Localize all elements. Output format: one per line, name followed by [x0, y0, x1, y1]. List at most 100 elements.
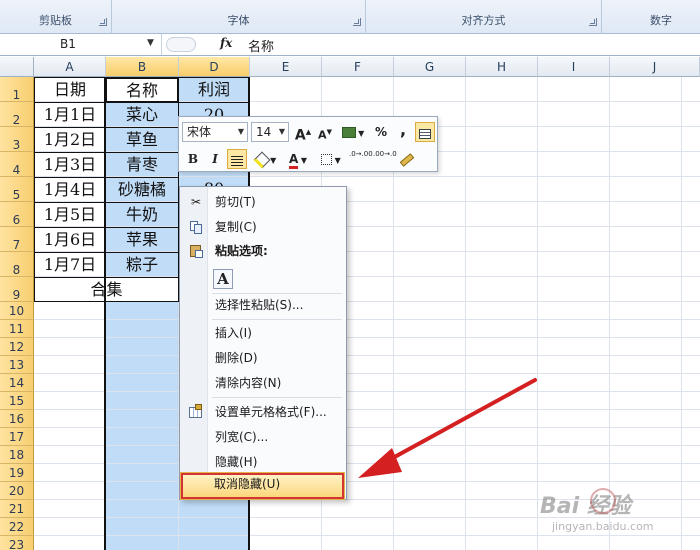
menu-item-copy[interactable]: 复制(C): [182, 216, 344, 238]
menu-item-unhide[interactable]: 取消隐藏(U): [180, 472, 345, 500]
accounting-format-button[interactable]: ▼: [339, 122, 367, 142]
row-header[interactable]: 7: [0, 227, 34, 252]
insert-function-icon[interactable]: fx: [220, 36, 232, 50]
row-header[interactable]: 12: [0, 338, 34, 356]
menu-item-label: 设置单元格格式(F)...: [215, 405, 327, 419]
cell-a8[interactable]: 1月7日: [34, 252, 106, 278]
comma-style-button[interactable]: ,: [393, 120, 413, 140]
cell-a7[interactable]: 1月6日: [34, 227, 106, 253]
font-color-button[interactable]: A ▼: [283, 149, 313, 169]
column-header-f[interactable]: F: [322, 57, 394, 77]
chevron-down-icon[interactable]: ▼: [147, 38, 154, 48]
format-cells-icon: [188, 404, 204, 420]
decrease-decimal-button[interactable]: .00→.0: [373, 149, 397, 169]
cell-a2[interactable]: 1月1日: [34, 102, 106, 128]
cell-b3[interactable]: 草鱼: [105, 127, 179, 153]
row-header[interactable]: 21: [0, 500, 34, 518]
row-header[interactable]: 17: [0, 428, 34, 446]
menu-item-label: 插入(I): [215, 326, 252, 340]
menu-item-delete[interactable]: 删除(D): [182, 347, 344, 369]
row-header[interactable]: 8: [0, 252, 34, 277]
cell-a4[interactable]: 1月3日: [34, 152, 106, 178]
column-header-j[interactable]: J: [610, 57, 700, 77]
dialog-launcher-icon[interactable]: [353, 18, 361, 26]
cell-b8[interactable]: 粽子: [105, 252, 179, 278]
shrink-font-button[interactable]: A▼: [315, 122, 335, 142]
cell-b7[interactable]: 苹果: [105, 227, 179, 253]
menu-item-cut[interactable]: ✂ 剪切(T): [182, 191, 344, 213]
dialog-launcher-icon[interactable]: [589, 18, 597, 26]
row-header[interactable]: 11: [0, 320, 34, 338]
increase-decimal-button[interactable]: .0→.00: [349, 149, 373, 169]
format-painter-button[interactable]: [397, 149, 417, 169]
row-header[interactable]: 15: [0, 392, 34, 410]
select-all-corner[interactable]: [0, 57, 34, 77]
cell-a6[interactable]: 1月5日: [34, 202, 106, 228]
row-header[interactable]: 22: [0, 518, 34, 536]
row-header[interactable]: 9: [0, 277, 34, 302]
menu-item-format-cells[interactable]: 设置单元格格式(F)...: [182, 401, 344, 423]
cell-d1[interactable]: 利润: [178, 77, 250, 103]
font-name-value: 宋体: [187, 125, 212, 139]
cell-a1[interactable]: 日期: [34, 77, 106, 103]
font-name-select[interactable]: 宋体 ▼: [182, 122, 248, 142]
row-header[interactable]: 18: [0, 446, 34, 464]
borders-button[interactable]: ▼: [317, 149, 345, 169]
cell-b2[interactable]: 菜心: [105, 102, 179, 128]
watermark-brand: Bai 经验: [540, 494, 631, 519]
row-header[interactable]: 4: [0, 152, 34, 177]
cell-merged-total[interactable]: 合集: [34, 277, 179, 302]
column-header-b[interactable]: B: [106, 57, 179, 77]
row-header[interactable]: 1: [0, 77, 34, 102]
row-header[interactable]: 13: [0, 356, 34, 374]
cell-a5[interactable]: 1月4日: [34, 177, 106, 203]
grid-row-line: [34, 446, 700, 464]
menu-item-label: 选择性粘贴(S)...: [215, 298, 304, 312]
column-header-i[interactable]: I: [538, 57, 610, 77]
row-header[interactable]: 5: [0, 177, 34, 202]
dialog-launcher-icon[interactable]: [99, 18, 107, 26]
font-size-select[interactable]: 14 ▼: [251, 122, 289, 142]
menu-item-hide[interactable]: 隐藏(H): [182, 451, 344, 473]
row-header[interactable]: 3: [0, 127, 34, 152]
menu-item-column-width[interactable]: 列宽(C)...: [182, 426, 344, 448]
menu-item-paste-special[interactable]: 选择性粘贴(S)...: [182, 294, 344, 316]
italic-button[interactable]: I: [205, 149, 225, 169]
row-header[interactable]: 10: [0, 302, 34, 320]
cell-b6[interactable]: 牛奶: [105, 202, 179, 228]
bold-button[interactable]: B: [183, 149, 203, 169]
percent-style-button[interactable]: %: [371, 122, 391, 142]
column-header-d[interactable]: D: [179, 57, 250, 77]
paint-bucket-icon: [253, 151, 271, 168]
row-header[interactable]: 19: [0, 464, 34, 482]
cell-a3[interactable]: 1月2日: [34, 127, 106, 153]
row-header[interactable]: 16: [0, 410, 34, 428]
name-box[interactable]: B1 ▼: [0, 34, 162, 55]
grid-row-line: [34, 356, 700, 374]
center-align-button[interactable]: [227, 149, 247, 169]
menu-item-label: 删除(D): [215, 351, 258, 365]
formula-bar-knob[interactable]: [166, 37, 196, 52]
ribbon-group-clipboard: 剪贴板: [0, 0, 112, 34]
row-header[interactable]: 2: [0, 102, 34, 127]
row-header[interactable]: 23: [0, 536, 34, 550]
cell-b5[interactable]: 砂糖橘: [105, 177, 179, 203]
row-header[interactable]: 20: [0, 482, 34, 500]
column-header-e[interactable]: E: [250, 57, 322, 77]
borders-icon: [321, 154, 333, 165]
menu-item-clear-contents[interactable]: 清除内容(N): [182, 372, 344, 394]
column-header-g[interactable]: G: [394, 57, 466, 77]
table-format-icon: [419, 128, 431, 139]
cell-b1[interactable]: 名称: [105, 77, 179, 103]
fill-color-button[interactable]: ▼: [251, 149, 281, 169]
paste-values-option[interactable]: A: [213, 269, 233, 289]
format-painter-grid-button[interactable]: [415, 122, 435, 142]
row-header[interactable]: 6: [0, 202, 34, 227]
menu-item-insert[interactable]: 插入(I): [182, 322, 344, 344]
grow-font-button[interactable]: A▲: [293, 122, 313, 144]
column-header-h[interactable]: H: [466, 57, 538, 77]
column-header-a[interactable]: A: [34, 57, 106, 77]
row-header[interactable]: 14: [0, 374, 34, 392]
cell-b4[interactable]: 青枣: [105, 152, 179, 178]
formula-content[interactable]: 名称: [248, 36, 274, 55]
